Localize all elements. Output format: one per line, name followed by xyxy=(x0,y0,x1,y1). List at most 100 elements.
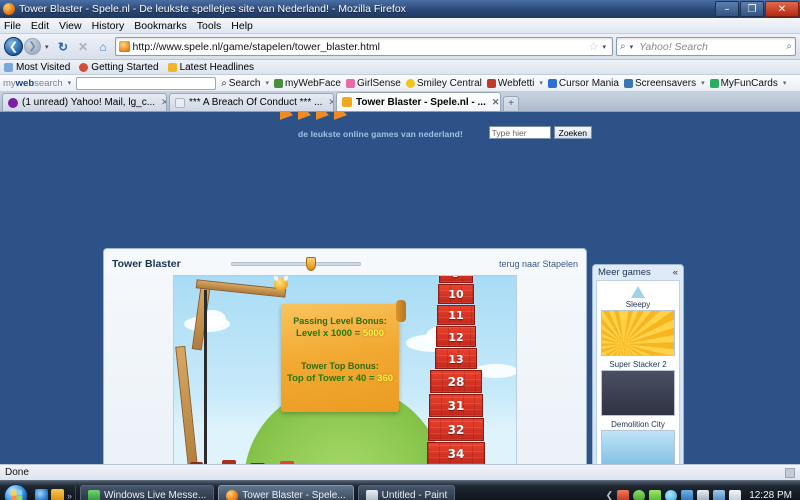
mywebsearch-item-cursor-mania[interactable]: Cursor Mania xyxy=(547,78,619,89)
menu-tools[interactable]: Tools xyxy=(197,20,222,32)
forward-button[interactable]: ❯ xyxy=(24,38,41,55)
start-button[interactable] xyxy=(4,483,28,500)
menu-help[interactable]: Help xyxy=(231,20,253,32)
user-icon[interactable] xyxy=(681,489,694,500)
stop-button[interactable]: ✕ xyxy=(75,40,92,54)
tower-block: 12 xyxy=(436,326,476,347)
taskbar-button-paint[interactable]: Untitled - Paint xyxy=(357,484,456,500)
browser-tab-label: *** A Breach Of Conduct *** ... xyxy=(189,97,323,108)
latest-headlines-icon xyxy=(167,62,177,72)
tower-block: 9 xyxy=(439,276,473,283)
bird-icon xyxy=(274,278,288,290)
search-bar[interactable]: ⌕ ▾ Yahoo! Search ⌕ xyxy=(616,37,796,56)
browser-tab-strip: (1 unread) Yahoo! Mail, lg_c... ✕ *** A … xyxy=(0,92,800,112)
browser-tab-tower-blaster[interactable]: Tower Blaster - Spele.nl - ... ✕ xyxy=(336,92,501,111)
bookmark-star-icon[interactable]: ☆ xyxy=(589,40,599,53)
new-tab-button[interactable]: + xyxy=(503,96,519,111)
maximize-button[interactable]: ❐ xyxy=(740,1,764,17)
bookmark-getting-started[interactable]: Getting Started xyxy=(79,62,159,73)
tab-close-icon[interactable]: ✕ xyxy=(328,97,333,108)
game-size-slider[interactable] xyxy=(230,257,361,271)
site-header: de leukste online games van nederland! Z… xyxy=(0,112,800,142)
mywebsearch-search-dropdown-icon[interactable]: ▾ xyxy=(265,79,269,87)
show-hidden-icons-button[interactable]: ❮ xyxy=(606,490,614,500)
sidebar-game-thumbnail xyxy=(601,310,675,356)
network-icon[interactable] xyxy=(633,489,646,500)
game-stage[interactable]: Passing Level Bonus: Level x 1000 = 5000… xyxy=(173,275,517,464)
mywebsearch-search-button[interactable]: ⌕ Search xyxy=(221,78,260,89)
menu-bookmarks[interactable]: Bookmarks xyxy=(134,20,187,32)
mywebsearch-menu-icon[interactable]: ▾ xyxy=(68,79,72,87)
site-search-input[interactable] xyxy=(488,126,551,139)
webfetti-dropdown-icon[interactable]: ▾ xyxy=(539,79,543,87)
sidebar-game-label: Sleepy xyxy=(625,300,651,309)
tab-close-icon[interactable]: ✕ xyxy=(492,97,500,108)
site-search-button[interactable]: Zoeken xyxy=(553,126,592,139)
messenger-tray-icon[interactable] xyxy=(665,489,678,500)
quick-launch-overflow-icon[interactable]: » xyxy=(67,491,72,500)
sidebar-game-sleepy[interactable]: Sleepy xyxy=(597,300,679,356)
back-to-category-link[interactable]: terug naar Stapelen xyxy=(499,259,578,269)
navigation-toolbar: ❮ ❯ ▾ ↻ ✕ ⌂ http://www.spele.nl/game/sta… xyxy=(0,34,800,60)
mywebsearch-item-girlsense[interactable]: GirlSense xyxy=(345,78,401,89)
taskbar-button-messenger[interactable]: Windows Live Messe... xyxy=(80,484,215,500)
taskbar-button-firefox[interactable]: Tower Blaster - Spele... xyxy=(218,484,354,500)
menu-file[interactable]: File xyxy=(4,20,21,32)
browser-tab-breach-of-conduct[interactable]: *** A Breach Of Conduct *** ... ✕ xyxy=(169,93,334,111)
minimize-button[interactable]: – xyxy=(715,1,739,17)
mywebsearch-item-smiley-central[interactable]: Smiley Central xyxy=(405,78,482,89)
address-dropdown-icon[interactable]: ▾ xyxy=(602,43,606,51)
mywebsearch-item-screensavers[interactable]: Screensavers xyxy=(623,78,696,89)
bonus-scroll-panel: Passing Level Bonus: Level x 1000 = 5000… xyxy=(281,300,406,412)
update-icon[interactable] xyxy=(649,489,662,500)
bookmark-most-visited[interactable]: Most Visited xyxy=(4,62,70,73)
mywebsearch-item-webfetti[interactable]: Webfetti xyxy=(486,78,534,89)
mywebsearch-item-myfuncards[interactable]: MyFunCards xyxy=(709,78,778,89)
tab-close-icon[interactable]: ✕ xyxy=(161,97,166,108)
slider-knob[interactable] xyxy=(305,257,316,271)
media-player-icon[interactable] xyxy=(51,489,64,500)
reload-button[interactable]: ↻ xyxy=(55,40,72,54)
tower-top-bonus-label: Tower Top Bonus: xyxy=(301,361,379,371)
mywebsearch-input[interactable] xyxy=(76,76,217,90)
back-button[interactable]: ❮ xyxy=(4,37,23,56)
sidebar-collapse-icon[interactable]: « xyxy=(673,267,678,278)
antivirus-icon[interactable] xyxy=(617,489,630,500)
back-forward-group: ❮ ❯ xyxy=(4,37,41,56)
mywebsearch-item-mywebface[interactable]: myWebFace xyxy=(274,78,341,89)
home-button[interactable]: ⌂ xyxy=(95,40,112,54)
volume-icon[interactable] xyxy=(729,489,742,500)
resize-grip-icon[interactable] xyxy=(785,467,795,478)
battery-icon[interactable] xyxy=(697,489,710,500)
scroll-up-arrow-icon[interactable] xyxy=(631,286,645,298)
sidebar-game-demolition-city[interactable]: Demolition City xyxy=(597,420,679,464)
bookmarks-toolbar: Most Visited Getting Started Latest Head… xyxy=(0,60,800,75)
display-icon[interactable] xyxy=(713,489,726,500)
smiley-central-icon xyxy=(405,78,415,88)
search-input[interactable]: Yahoo! Search xyxy=(639,41,783,53)
girlsense-icon xyxy=(345,78,355,88)
browser-tab-yahoo-mail[interactable]: (1 unread) Yahoo! Mail, lg_c... ✕ xyxy=(2,93,167,111)
taskbar-clock[interactable]: 12:28 PM xyxy=(749,490,792,500)
history-dropdown-icon[interactable]: ▾ xyxy=(45,43,49,51)
firefox-logo-icon xyxy=(3,3,15,15)
search-submit-icon[interactable]: ⌕ xyxy=(786,41,792,52)
menu-edit[interactable]: Edit xyxy=(31,20,49,32)
game-toolbar: Tower Blaster terug naar Stapelen xyxy=(112,253,578,275)
myfuncards-dropdown-icon[interactable]: ▾ xyxy=(783,79,787,87)
spele-logo-icon[interactable] xyxy=(280,112,347,125)
sidebar-game-super-stacker-2[interactable]: Super Stacker 2 xyxy=(597,360,679,416)
screensavers-dropdown-icon[interactable]: ▾ xyxy=(701,79,705,87)
search-engine-dropdown-icon[interactable]: ▾ xyxy=(630,43,634,51)
mywebsearch-toolbar: mywebsearch ▾ ⌕ Search ▾ myWebFace GirlSe… xyxy=(0,75,800,92)
close-button[interactable]: ✕ xyxy=(765,1,799,17)
internet-explorer-icon[interactable] xyxy=(35,489,48,500)
sidebar-title: Meer games xyxy=(598,267,651,278)
page-favicon-icon xyxy=(175,97,185,108)
menu-history[interactable]: History xyxy=(92,20,125,32)
menu-view[interactable]: View xyxy=(59,20,82,32)
sidebar-game-thumbnail xyxy=(601,370,675,416)
crane-cable xyxy=(204,290,207,464)
bookmark-latest-headlines[interactable]: Latest Headlines xyxy=(167,62,254,73)
address-bar[interactable]: http://www.spele.nl/game/stapelen/tower_… xyxy=(114,37,613,56)
